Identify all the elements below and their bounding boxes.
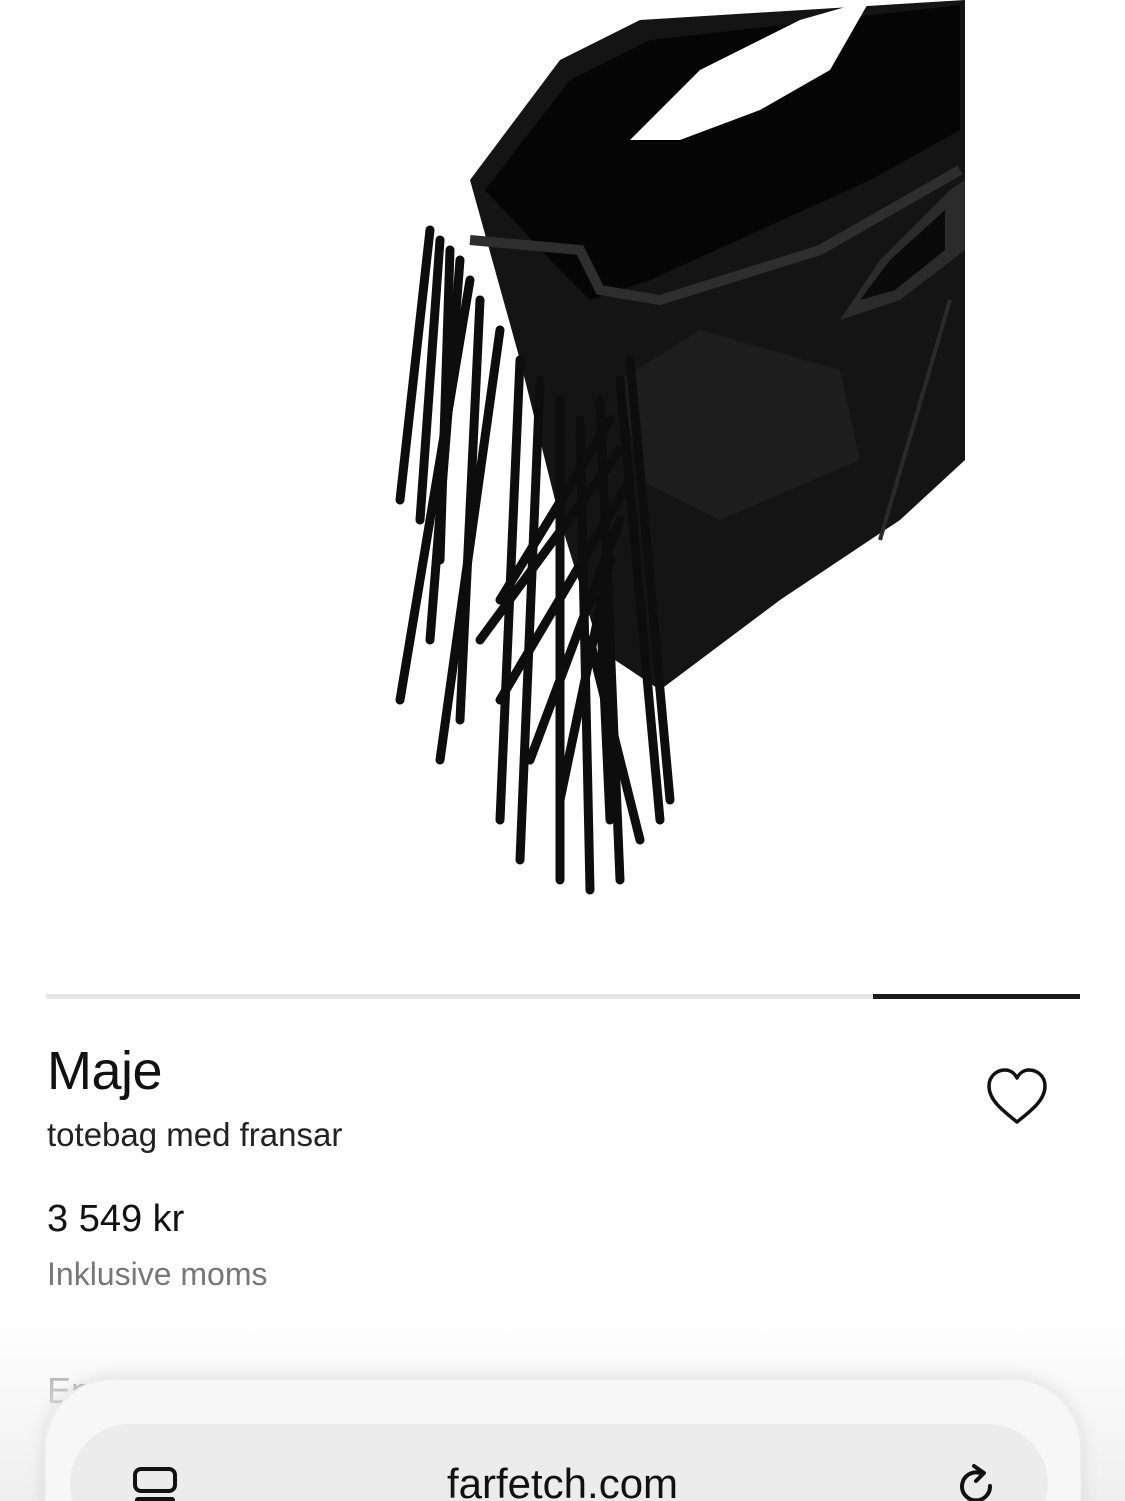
reload-icon[interactable] bbox=[952, 1462, 1000, 1501]
product-page: Maje totebag med fransar 3 549 kr Inklus… bbox=[0, 0, 1125, 1501]
heart-icon bbox=[987, 1068, 1047, 1124]
product-name: totebag med fransar bbox=[47, 1116, 343, 1153]
vat-note: Inklusive moms bbox=[47, 1256, 268, 1292]
brand-name[interactable]: Maje bbox=[47, 1040, 163, 1102]
product-photo-bag bbox=[395, 0, 965, 895]
product-image[interactable] bbox=[0, 0, 1125, 960]
product-price: 3 549 kr bbox=[47, 1198, 185, 1240]
image-carousel-active-segment bbox=[873, 994, 1080, 999]
image-carousel-indicator[interactable] bbox=[46, 994, 1080, 999]
reload-icon-glyph bbox=[960, 1464, 993, 1501]
wishlist-button[interactable] bbox=[984, 1066, 1050, 1128]
